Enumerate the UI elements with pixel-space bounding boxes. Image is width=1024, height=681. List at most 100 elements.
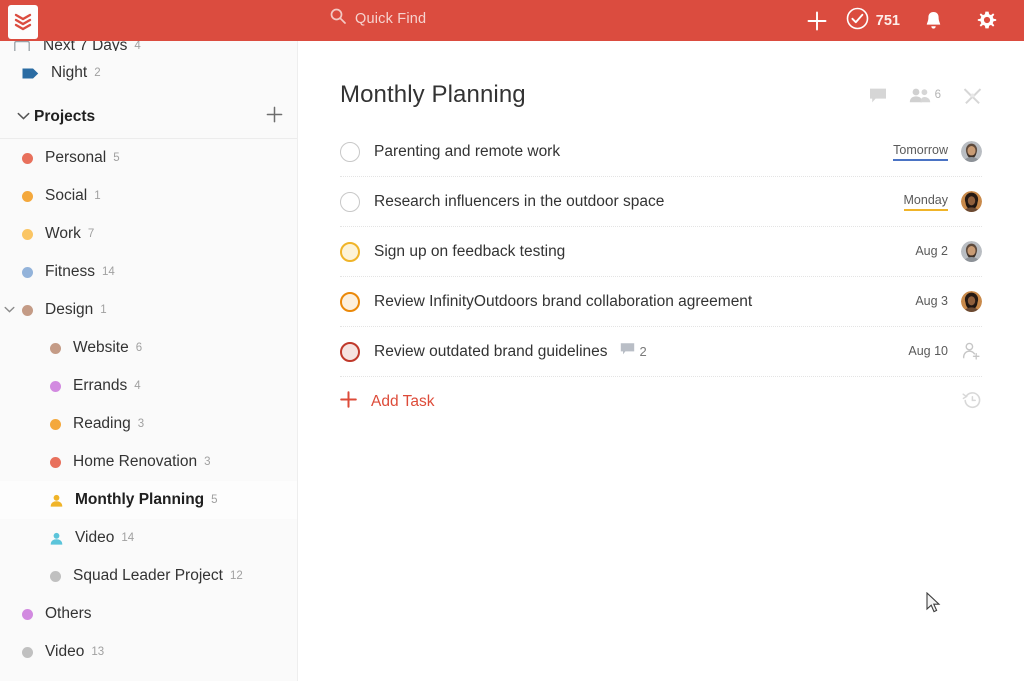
add-project-button[interactable] (266, 106, 283, 128)
sidebar-item-video[interactable]: Video 13 (0, 633, 297, 671)
sidebar-item-label: Video (45, 643, 85, 660)
task-title[interactable]: Research influencers in the outdoor spac… (374, 193, 664, 211)
task-comments[interactable]: 2 (620, 342, 647, 361)
avatar[interactable] (961, 191, 982, 212)
sidebar-item-squad-leader-project[interactable]: Squad Leader Project 12 (0, 557, 297, 595)
sidebar-item-count: 2 (94, 67, 101, 79)
task-title[interactable]: Review InfinityOutdoors brand collaborat… (374, 293, 752, 311)
sidebar-item-count: 1 (100, 304, 107, 316)
sidebar-item-label: Reading (73, 415, 131, 432)
task-comment-count: 2 (639, 344, 647, 359)
sidebar[interactable]: Next 7 Days 4 Night 2 Projects Personal … (0, 41, 298, 681)
sidebar-item-label: Social (45, 187, 88, 204)
sidebar-item-others[interactable]: Others (0, 595, 297, 633)
project-collaborators-button[interactable]: 6 (909, 87, 941, 103)
task-due-date[interactable]: Aug 2 (915, 244, 948, 260)
add-task-button[interactable] (790, 0, 844, 41)
person-icon (50, 494, 63, 507)
sidebar-item-fitness[interactable]: Fitness 14 (0, 253, 297, 291)
task-due-date[interactable]: Aug 3 (915, 294, 948, 310)
karma-count: 751 (875, 12, 900, 29)
quick-find-search[interactable]: Quick Find (330, 8, 426, 29)
task-title[interactable]: Parenting and remote work (374, 143, 560, 161)
avatar[interactable] (961, 141, 982, 162)
add-task-label[interactable]: Add Task (371, 393, 434, 411)
todoist-logo[interactable] (8, 4, 38, 39)
sidebar-item-monthly-planning[interactable]: Monthly Planning 5 (0, 481, 297, 519)
sidebar-item-count: 14 (101, 266, 115, 278)
top-bar: Quick Find 751 (0, 0, 1024, 41)
task-history-button[interactable] (962, 390, 982, 415)
gear-icon (977, 11, 997, 28)
notifications-button[interactable] (906, 0, 960, 41)
avatar[interactable] (961, 291, 982, 312)
sidebar-item-video[interactable]: Video 14 (0, 519, 297, 557)
dot-icon (22, 304, 33, 316)
sidebar-item-label: Design (45, 301, 94, 318)
page-title: Monthly Planning (340, 81, 526, 108)
task-checkbox[interactable] (340, 141, 360, 162)
sidebar-item-design[interactable]: Design 1 (0, 291, 297, 329)
projects-section-header[interactable]: Projects (0, 95, 297, 139)
quick-find-label: Quick Find (355, 10, 427, 27)
sidebar-item-count: 5 (113, 152, 120, 164)
settings-button[interactable] (960, 0, 1014, 41)
sidebar-item-social[interactable]: Social 1 (0, 177, 297, 215)
task-due-date[interactable]: Monday (903, 193, 948, 211)
task-checkbox[interactable] (340, 191, 360, 212)
task-meta: Tomorrow (893, 141, 982, 162)
dot-icon (22, 266, 33, 278)
chevron-down-icon[interactable] (12, 112, 34, 121)
karma-button[interactable]: 751 (844, 7, 906, 35)
dot-icon (50, 342, 61, 354)
dot-icon (22, 228, 33, 240)
sidebar-item-label: Fitness (45, 263, 95, 280)
sidebar-item-label: Squad Leader Project (73, 567, 223, 584)
chevron-down-icon[interactable] (0, 306, 18, 314)
sidebar-item-label: Home Renovation (73, 453, 198, 470)
sidebar-item-count: 3 (137, 418, 145, 430)
task-title[interactable]: Review outdated brand guidelines (374, 343, 608, 361)
project-comments-button[interactable] (869, 87, 887, 104)
sidebar-item-home-renovation[interactable]: Home Renovation 3 (0, 443, 297, 481)
sidebar-item-count: 6 (135, 342, 143, 354)
avatar[interactable] (961, 241, 982, 262)
sidebar-item-errands[interactable]: Errands 4 (0, 367, 297, 405)
task-due-date[interactable]: Aug 10 (908, 344, 948, 360)
task-row[interactable]: Parenting and remote work Tomorrow (340, 127, 982, 177)
task-row[interactable]: Sign up on feedback testing Aug 2 (340, 227, 982, 277)
task-row[interactable]: Review outdated brand guidelines 2 Aug 10 (340, 327, 982, 377)
sidebar-item-label: Personal (45, 149, 107, 166)
sidebar-item-website[interactable]: Website 6 (0, 329, 297, 367)
task-title[interactable]: Sign up on feedback testing (374, 243, 565, 261)
sidebar-item-label: Work (45, 225, 81, 242)
project-more-actions-button[interactable] (963, 86, 982, 105)
projects-section-title: Projects (34, 107, 96, 125)
dot-icon (50, 380, 61, 392)
bell-icon (926, 12, 940, 29)
collaborators-count: 6 (934, 89, 941, 101)
sidebar-item-reading[interactable]: Reading 3 (0, 405, 297, 443)
dot-icon (22, 152, 33, 164)
sidebar-item-count: 4 (134, 41, 141, 51)
check-circle-icon (846, 7, 869, 35)
assign-person-button[interactable] (961, 341, 982, 362)
sidebar-item-label: Next 7 Days (43, 41, 128, 51)
tools-icon (963, 87, 982, 104)
sidebar-item-personal[interactable]: Personal 5 (0, 139, 297, 177)
project-header: Monthly Planning 6 (340, 81, 982, 109)
task-row[interactable]: Research influencers in the outdoor spac… (340, 177, 982, 227)
task-checkbox[interactable] (340, 291, 360, 312)
task-row[interactable]: Review InfinityOutdoors brand collaborat… (340, 277, 982, 327)
sidebar-item-night[interactable]: Night 2 (0, 51, 297, 95)
sidebar-item-work[interactable]: Work 7 (0, 215, 297, 253)
sidebar-item-count: 5 (211, 494, 218, 506)
task-checkbox[interactable] (340, 341, 360, 362)
sidebar-item-label: Others (45, 605, 92, 622)
task-checkbox[interactable] (340, 241, 360, 262)
sidebar-item-next-7-days[interactable]: Next 7 Days 4 (0, 41, 297, 51)
task-due-date[interactable]: Tomorrow (893, 143, 948, 161)
plus-icon[interactable] (340, 391, 357, 413)
add-task-row[interactable]: Add Task (340, 377, 982, 427)
task-meta: Monday (903, 191, 982, 212)
